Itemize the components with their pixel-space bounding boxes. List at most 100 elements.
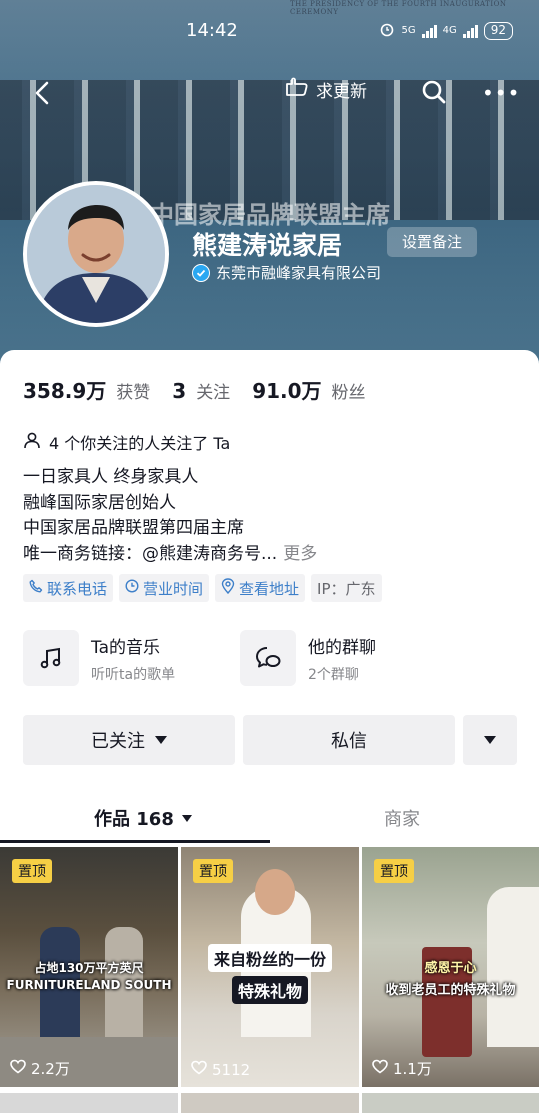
following-button[interactable]: 已关注 — [23, 715, 235, 765]
likes-label: 获赞 — [116, 383, 151, 403]
video-likes-count: 2.2万 — [31, 1060, 70, 1078]
profile-card: 358.9万 获赞 3 关注 91.0万 粉丝 4 个你关注的人关注了 Ta 一… — [0, 350, 539, 1113]
location-pin-icon — [221, 578, 235, 598]
tag-ip-location: IP：广东 — [311, 574, 382, 602]
video-tile[interactable]: 置顶 感恩于心 收到老员工的特殊礼物 1.1万 — [362, 847, 539, 1087]
video-likes: 2.2万 — [10, 1058, 70, 1079]
video-caption-line: 特殊礼物 — [231, 976, 308, 1004]
content-tabs: 作品 168 商家 — [0, 795, 539, 843]
video-tile[interactable]: 置顶 占地130万平方英尺 FURNITURELAND SOUTH 2.2万 — [0, 847, 178, 1087]
feature-title: Ta的音乐 — [91, 637, 160, 658]
video-caption-line: 收到老员工的特殊礼物 — [385, 983, 516, 998]
search-icon[interactable] — [420, 78, 448, 106]
feature-title: 他的群聊 — [308, 637, 376, 658]
video-caption-line: 来自粉丝的一份 — [207, 944, 332, 972]
video-grid: 置顶 占地130万平方英尺 FURNITURELAND SOUTH 2.2万 置… — [0, 847, 539, 1113]
chevron-down-icon — [181, 814, 192, 822]
tag-view-address[interactable]: 查看地址 — [215, 574, 306, 602]
feature-subtitle: 听听ta的歌单 — [91, 666, 176, 683]
tag-contact-phone[interactable]: 联系电话 — [23, 574, 114, 602]
profile-tags: 联系电话 营业时间 查看地址 IP：广东 — [23, 574, 382, 602]
pinned-badge: 置顶 — [12, 859, 52, 883]
video-caption: 感恩于心 收到老员工的特殊礼物 — [362, 957, 539, 998]
avatar[interactable] — [23, 181, 169, 327]
signal-icon — [421, 24, 437, 38]
profile-bio: 一日家具人 终身家具人 融峰国际家居创始人 中国家居品牌联盟第四届主席 唯一商务… — [23, 465, 317, 567]
music-note-icon — [23, 630, 79, 686]
video-tile[interactable]: 置顶 来自粉丝的一份 特殊礼物 5112 — [181, 847, 359, 1087]
more-actions-button[interactable] — [463, 715, 517, 765]
profile-actions: 已关注 私信 — [23, 715, 517, 767]
person-icon — [23, 431, 41, 453]
profile-name: 熊建涛说家居 — [192, 231, 343, 260]
bio-line: 中国家居品牌联盟第四届主席 — [23, 518, 244, 538]
video-tile-partial[interactable] — [362, 1093, 539, 1113]
bio-line: 一日家具人 终身家具人 — [23, 467, 199, 487]
alarm-icon — [379, 21, 395, 40]
battery-indicator: 92 — [483, 21, 513, 40]
clock-icon — [125, 579, 139, 597]
status-bar: 14:42 5G 4G 92 — [0, 0, 539, 60]
status-time: 14:42 — [186, 20, 238, 41]
verified-company-label: 东莞市融峰家具有限公司 — [216, 264, 382, 282]
signal-icon-2 — [462, 24, 478, 38]
heart-icon — [372, 1059, 388, 1078]
bio-more-link[interactable]: 更多 — [283, 544, 317, 564]
heart-icon — [10, 1059, 26, 1078]
video-caption-line: 占地130万平方英尺 — [34, 961, 144, 975]
feature-group-chat[interactable]: 他的群聊 2个群聊 — [240, 630, 376, 686]
tag-label: 营业时间 — [143, 579, 204, 598]
bio-line-last: 唯一商务链接：@熊建涛商务号... 更多 — [23, 542, 317, 568]
video-caption-line: FURNITURELAND SOUTH — [6, 978, 172, 992]
bio-link-line[interactable]: 唯一商务链接：@熊建涛商务号... — [23, 544, 277, 564]
heart-icon — [191, 1060, 207, 1079]
video-caption-line: 感恩于心 — [424, 961, 477, 976]
likes-count: 358.9万 — [23, 379, 107, 403]
back-arrow-icon[interactable] — [28, 78, 58, 108]
tab-active-indicator — [0, 840, 270, 843]
profile-features: Ta的音乐 听听ta的歌单 他的群聊 2个群聊 — [23, 630, 523, 690]
status-indicators: 5G 4G 92 — [379, 21, 513, 40]
set-remark-button[interactable]: 设置备注 — [387, 227, 477, 257]
profile-stats: 358.9万 获赞 3 关注 91.0万 粉丝 — [23, 375, 378, 404]
network-5g-label: 5G — [401, 25, 416, 36]
following-label[interactable]: 关注 — [196, 378, 230, 403]
group-chat-icon — [240, 630, 296, 686]
tab-works[interactable]: 作品 168 — [94, 805, 192, 831]
tag-business-hours[interactable]: 营业时间 — [119, 574, 210, 602]
pinned-badge: 置顶 — [193, 859, 233, 883]
message-button[interactable]: 私信 — [243, 715, 455, 765]
video-tile-partial[interactable] — [0, 1093, 178, 1113]
tab-works-label: 作品 168 — [94, 809, 174, 830]
tag-label: 联系电话 — [47, 579, 108, 598]
video-likes: 5112 — [191, 1060, 250, 1079]
followers-count[interactable]: 91.0万 — [252, 375, 321, 404]
video-likes-count: 1.1万 — [393, 1060, 432, 1078]
ask-update-icon — [284, 76, 310, 103]
following-count[interactable]: 3 — [172, 379, 186, 403]
following-button-label: 已关注 — [91, 731, 145, 752]
more-dots-icon[interactable]: ••• — [482, 83, 520, 103]
tab-shop[interactable]: 商家 — [384, 805, 420, 831]
feature-music[interactable]: Ta的音乐 听听ta的歌单 — [23, 630, 175, 686]
feature-subtitle: 2个群聊 — [308, 666, 359, 683]
video-likes: 1.1万 — [372, 1058, 432, 1079]
followers-label[interactable]: 粉丝 — [332, 378, 366, 403]
top-nav: 求更新 ••• — [0, 70, 539, 114]
message-button-label: 私信 — [331, 731, 367, 752]
verified-company[interactable]: 东莞市融峰家具有限公司 — [192, 262, 381, 283]
network-4g-label: 4G — [442, 25, 457, 36]
mutual-followers[interactable]: 4 个你关注的人关注了 Ta — [23, 430, 230, 454]
ask-update-label: 求更新 — [316, 82, 367, 102]
tag-label: IP：广东 — [317, 579, 376, 598]
video-caption: 来自粉丝的一份 特殊礼物 — [181, 944, 359, 1004]
ask-update-button[interactable]: 求更新 — [284, 76, 367, 103]
chevron-down-icon — [484, 736, 496, 744]
video-thumbnail-art — [255, 869, 295, 915]
tag-label: 查看地址 — [239, 579, 300, 598]
verified-check-icon — [192, 263, 210, 282]
banner-stage-text: 中国家居品牌联盟主席 — [150, 201, 390, 229]
pinned-badge: 置顶 — [374, 859, 414, 883]
bio-line: 融峰国际家居创始人 — [23, 492, 176, 513]
video-tile-partial[interactable] — [181, 1093, 359, 1113]
